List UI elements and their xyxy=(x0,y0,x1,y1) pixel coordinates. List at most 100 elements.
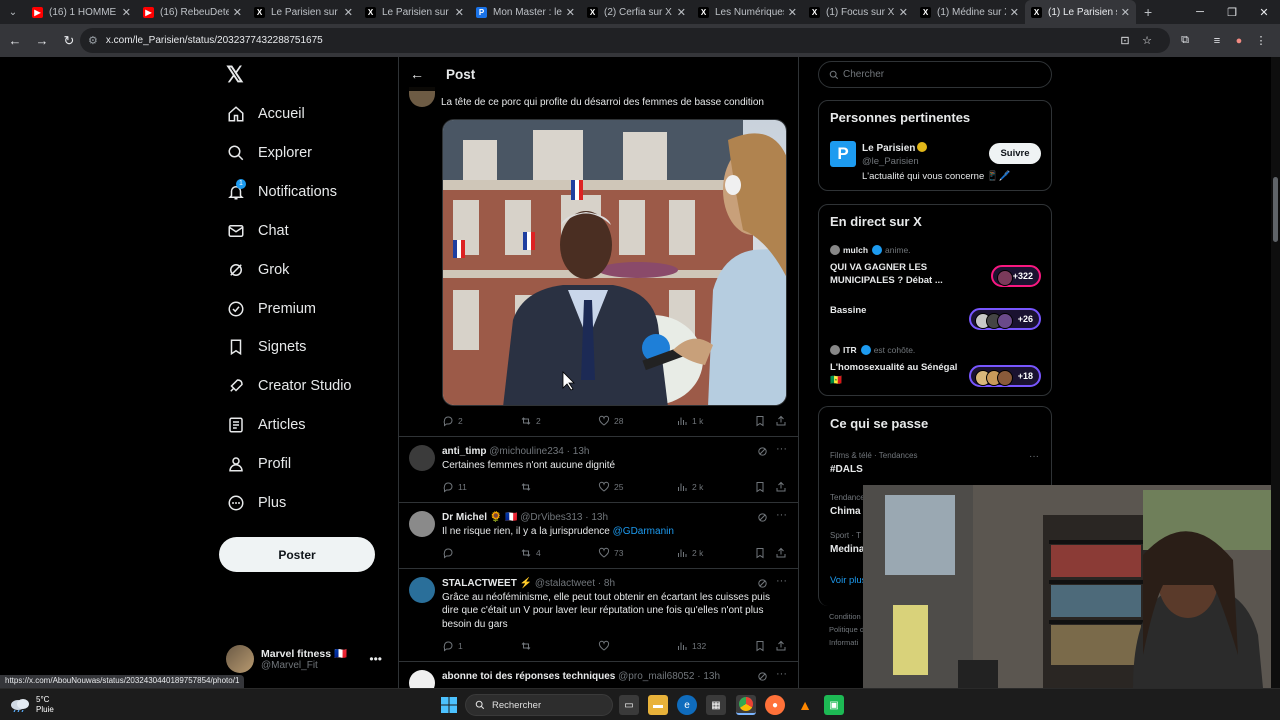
see-more-link[interactable]: Voir plus xyxy=(830,575,866,586)
new-tab-button[interactable]: + xyxy=(1144,4,1152,20)
scrollbar-thumb[interactable] xyxy=(1273,177,1278,242)
more-icon[interactable]: ••• xyxy=(369,652,382,666)
avatar[interactable] xyxy=(409,670,435,688)
author-handle[interactable]: @stalactweet xyxy=(535,578,595,589)
avatar[interactable] xyxy=(409,445,435,471)
forward-button[interactable]: → xyxy=(30,29,54,53)
browser-tab[interactable]: X (1) Le Parisien sur ✕ xyxy=(1025,0,1136,24)
reply-tweet[interactable]: STALACTWEET ⚡ @stalactweet · 8h ··· Grâce … xyxy=(399,568,798,661)
nav-item-creator-studio[interactable]: Creator Studio xyxy=(226,372,352,400)
reply-tweet[interactable]: anti_timp @michouline234 · 13h ··· Certain… xyxy=(399,436,798,502)
weather-widget[interactable]: 5°C Pluie xyxy=(10,695,54,715)
reply-button[interactable]: 1 xyxy=(442,640,463,652)
author-handle[interactable]: @pro_mail68052 xyxy=(618,671,694,682)
close-tab-icon[interactable]: ✕ xyxy=(233,6,242,19)
nav-item-notifications[interactable]: 1 Notifications xyxy=(226,178,337,206)
windows-start-icon[interactable] xyxy=(441,697,457,713)
share-button[interactable] xyxy=(775,640,791,652)
site-info-icon[interactable]: ⚙ xyxy=(88,34,98,47)
app-icon[interactable]: ▣ xyxy=(824,695,844,715)
close-tab-icon[interactable]: ✕ xyxy=(677,6,686,19)
author-name[interactable]: abonne toi des réponses techniques xyxy=(442,671,615,682)
like-button[interactable]: 25 xyxy=(598,481,623,493)
x-logo[interactable]: 𝕏 xyxy=(226,62,244,88)
taskbar-search[interactable]: Rechercher xyxy=(465,694,613,716)
close-tab-icon[interactable]: ✕ xyxy=(566,6,575,19)
like-button[interactable]: 28 xyxy=(598,415,623,427)
follow-button[interactable]: Suivre xyxy=(989,143,1041,164)
close-tab-icon[interactable]: ✕ xyxy=(899,6,908,19)
views-button[interactable]: 1 k xyxy=(676,415,703,427)
close-tab-icon[interactable]: ✕ xyxy=(1010,6,1019,19)
footer-link[interactable]: Politique d xyxy=(829,625,864,634)
nav-item-profil[interactable]: Profil xyxy=(226,450,291,478)
views-button[interactable]: 2 k xyxy=(676,481,703,493)
browser-tab[interactable]: X (1) Focus sur X : " ✕ xyxy=(803,0,914,24)
repost-button[interactable]: 4 xyxy=(520,547,541,559)
browser-tab[interactable]: ▶ (16) 1 HOMME VS ✕ xyxy=(26,0,137,24)
nav-item-grok[interactable]: Grok xyxy=(226,256,289,284)
task-view-icon[interactable]: ▭ xyxy=(619,695,639,715)
more-icon[interactable]: ··· xyxy=(1029,451,1039,462)
bookmark-star-icon[interactable]: ☆ xyxy=(1136,34,1158,47)
grok-icon[interactable] xyxy=(757,446,768,457)
extensions-icon[interactable]: ⧉ xyxy=(1174,34,1196,47)
browser-tab[interactable]: X (2) Cerfia sur X : ✕ xyxy=(581,0,692,24)
maximize-button[interactable]: ❐ xyxy=(1216,0,1248,24)
repost-button[interactable]: 2 xyxy=(520,415,541,427)
reply-button[interactable]: 11 xyxy=(442,481,467,493)
reply-tweet[interactable]: Dr Michel 🌻 🇫🇷 @DrVibes313 · 13h ··· Il ne… xyxy=(399,502,798,568)
nav-item-plus[interactable]: Plus xyxy=(226,489,286,517)
file-explorer-icon[interactable]: ▬ xyxy=(648,695,668,715)
nav-item-chat[interactable]: Chat xyxy=(226,217,289,245)
repost-button[interactable] xyxy=(520,481,536,493)
close-tab-icon[interactable]: ✕ xyxy=(455,6,464,19)
nav-item-premium[interactable]: Premium xyxy=(226,295,316,323)
bookmark-button[interactable] xyxy=(754,481,770,493)
more-icon[interactable]: ··· xyxy=(776,575,787,587)
browser-menu-icon[interactable]: ⋮ xyxy=(1250,34,1272,47)
scrollbar[interactable] xyxy=(1271,57,1280,688)
reload-button[interactable]: ↻ xyxy=(57,29,81,53)
bookmark-button[interactable] xyxy=(754,415,770,427)
author-handle[interactable]: @michouline234 xyxy=(489,446,564,457)
nav-item-accueil[interactable]: Accueil xyxy=(226,100,305,128)
le-parisien-logo[interactable]: P xyxy=(830,141,856,167)
space-listeners-pill[interactable]: +26 xyxy=(969,308,1041,330)
space-listeners-pill[interactable]: +322 xyxy=(991,265,1041,287)
more-icon[interactable]: ··· xyxy=(776,509,787,521)
store-icon[interactable]: ▦ xyxy=(706,695,726,715)
back-button[interactable]: ← xyxy=(3,29,27,53)
back-arrow-icon[interactable]: ← xyxy=(410,66,426,82)
browser-tab[interactable]: ▶ (16) RebeuDeter ✕ xyxy=(137,0,248,24)
reply-button[interactable]: 2 xyxy=(442,415,463,427)
avatar[interactable] xyxy=(409,577,435,603)
close-tab-icon[interactable]: ✕ xyxy=(122,6,131,19)
profile-name[interactable]: Le Parisien xyxy=(862,142,928,154)
bookmark-button[interactable] xyxy=(754,547,770,559)
avatar[interactable] xyxy=(409,511,435,537)
tweet-time[interactable]: · 13h xyxy=(585,512,608,523)
browser-tab[interactable]: P Mon Master : les ✕ xyxy=(470,0,581,24)
share-button[interactable] xyxy=(775,481,791,493)
post-button[interactable]: Poster xyxy=(219,537,375,572)
chrome-icon[interactable] xyxy=(736,695,756,715)
firefox-icon[interactable]: ● xyxy=(765,695,785,715)
minimize-button[interactable]: ─ xyxy=(1184,0,1216,24)
repost-button[interactable] xyxy=(520,640,536,652)
tweet-time[interactable]: · 13h xyxy=(567,446,590,457)
more-icon[interactable]: ··· xyxy=(776,443,787,455)
author-name[interactable]: STALACTWEET ⚡ xyxy=(442,578,532,589)
like-button[interactable]: 73 xyxy=(598,547,623,559)
tweet-time[interactable]: · 13h xyxy=(697,671,720,682)
browser-tab[interactable]: X (1) Médine sur X ✕ xyxy=(914,0,1025,24)
url-field[interactable]: ⚙ x.com/le_Parisien/status/2032377432288… xyxy=(80,28,1170,53)
bookmark-button[interactable] xyxy=(754,640,770,652)
tab-search-button[interactable]: ⌄ xyxy=(0,0,26,24)
tweet-time[interactable]: · 8h xyxy=(598,578,615,589)
grok-icon[interactable] xyxy=(757,671,768,682)
grok-icon[interactable] xyxy=(757,512,768,523)
search-input[interactable]: Chercher xyxy=(818,61,1052,88)
browser-tab[interactable]: X Le Parisien sur X ✕ xyxy=(248,0,359,24)
account-switcher[interactable]: Marvel fitness 🇫🇷 @Marvel_Fit ••• xyxy=(226,644,386,674)
